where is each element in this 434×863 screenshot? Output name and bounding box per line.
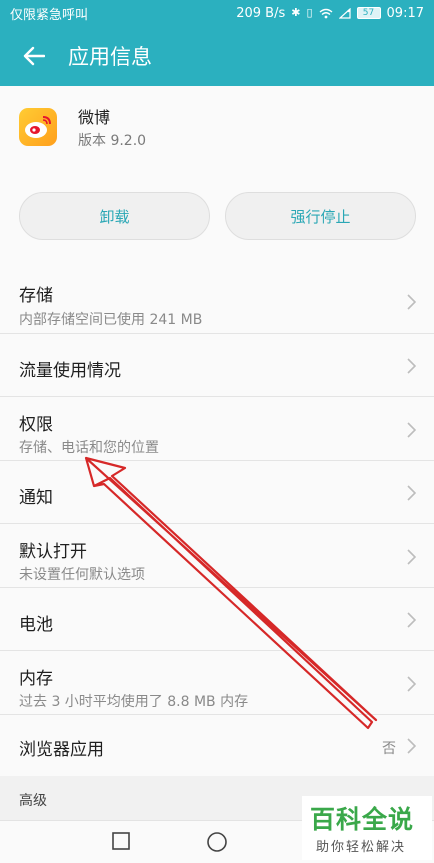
settings-row-storage[interactable]: 存储 内部存储空间已使用 241 MB: [0, 269, 434, 334]
battery-icon: 57: [356, 7, 381, 19]
status-icons: 209 B/s ✱ ▯ 57 09:17: [236, 6, 424, 21]
watermark-main-text: 百科全说: [310, 805, 415, 834]
chevron-right-icon: [407, 676, 417, 692]
weibo-logo-icon: [19, 108, 57, 146]
row-title: 流量使用情况: [19, 361, 121, 381]
chevron-right-icon: [407, 422, 417, 438]
home-circle-icon[interactable]: [206, 831, 228, 853]
status-bar: 仅限紧急呼叫 209 B/s ✱ ▯ 57 09:17: [0, 0, 434, 26]
network-speed: 209 B/s: [236, 5, 286, 21]
chevron-right-icon: [407, 485, 417, 501]
settings-row-browser-app[interactable]: 浏览器应用 否: [0, 715, 434, 776]
app-name: 微博: [78, 108, 111, 127]
row-subtitle: 过去 3 小时平均使用了 8.8 MB 内存: [19, 694, 249, 710]
row-subtitle: 未设置任何默认选项: [19, 567, 145, 583]
row-title: 权限: [19, 415, 53, 435]
uninstall-button[interactable]: 卸载: [19, 192, 210, 240]
row-title: 存储: [19, 286, 53, 306]
row-title: 内存: [19, 669, 53, 689]
settings-row-notifications[interactable]: 通知: [0, 461, 434, 524]
chevron-right-icon: [407, 549, 417, 565]
settings-row-battery[interactable]: 电池: [0, 588, 434, 651]
back-arrow-icon: [23, 46, 45, 66]
clock: 09:17: [386, 5, 424, 21]
row-title: 浏览器应用: [19, 740, 104, 760]
chevron-right-icon: [407, 738, 417, 754]
watermark-sub-text: 助你轻松解决: [316, 840, 407, 855]
chevron-right-icon: [407, 612, 417, 628]
force-stop-button[interactable]: 强行停止: [225, 192, 416, 240]
row-title: 默认打开: [19, 542, 87, 562]
app-bar: 应用信息: [0, 26, 434, 86]
row-title: 电池: [19, 615, 53, 635]
chevron-right-icon: [407, 358, 417, 374]
carrier-status: 仅限紧急呼叫: [10, 7, 89, 23]
signal-icon: [338, 7, 351, 19]
back-button[interactable]: [0, 26, 68, 86]
recents-square-icon[interactable]: [111, 831, 131, 851]
settings-row-open-by-default[interactable]: 默认打开 未设置任何默认选项: [0, 524, 434, 588]
app-header: 微博 版本 9.2.0: [0, 86, 434, 172]
vibrate-icon: ▯: [306, 6, 313, 19]
settings-row-memory[interactable]: 内存 过去 3 小时平均使用了 8.8 MB 内存: [0, 651, 434, 715]
row-subtitle: 存储、电话和您的位置: [19, 440, 159, 456]
bluetooth-icon: ✱: [291, 6, 301, 19]
chevron-right-icon: [407, 294, 417, 310]
wifi-icon: [319, 8, 332, 18]
app-info-content: 微博 版本 9.2.0 卸载 强行停止 存储 内部存储空间已使用 241 MB …: [0, 86, 434, 820]
row-title: 通知: [19, 488, 53, 508]
settings-row-data-usage[interactable]: 流量使用情况: [0, 334, 434, 397]
page-title: 应用信息: [68, 45, 152, 69]
row-subtitle: 内部存储空间已使用 241 MB: [19, 312, 203, 328]
settings-row-permissions[interactable]: 权限 存储、电话和您的位置: [0, 397, 434, 461]
watermark-logo: 百科全说 助你轻松解决: [302, 796, 432, 860]
app-version: 版本 9.2.0: [78, 133, 147, 149]
section-title: 高级: [19, 793, 47, 809]
row-value: 否: [382, 741, 396, 757]
